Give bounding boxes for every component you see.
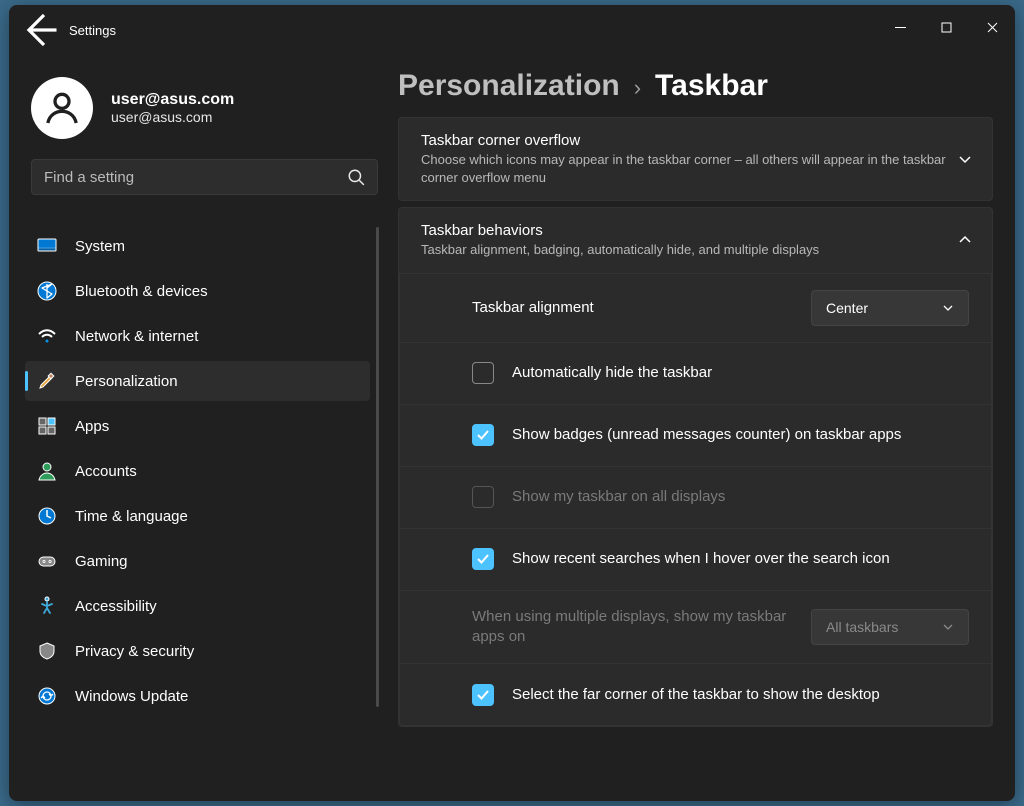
- multi-display-apps-dropdown: All taskbars: [811, 609, 969, 645]
- card-title: Taskbar behaviors: [421, 222, 958, 239]
- nav-item-bluetooth[interactable]: Bluetooth & devices: [25, 271, 370, 311]
- update-icon: [37, 686, 57, 706]
- avatar: [31, 77, 93, 139]
- taskbar-corner-overflow-card[interactable]: Taskbar corner overflow Choose which ico…: [398, 117, 993, 201]
- card-subtitle: Taskbar alignment, badging, automaticall…: [421, 241, 958, 259]
- dropdown-value: All taskbars: [826, 619, 898, 635]
- nav-label: Windows Update: [75, 688, 188, 705]
- search-input[interactable]: [44, 169, 347, 186]
- nav-label: Accounts: [75, 463, 137, 480]
- nav-item-system[interactable]: System: [25, 226, 370, 266]
- auto-hide-checkbox[interactable]: [472, 362, 494, 384]
- chevron-down-icon: [942, 621, 954, 633]
- sidebar: user@asus.com user@asus.com System Bluet…: [9, 55, 394, 801]
- nav-label: Apps: [75, 418, 109, 435]
- nav-item-privacy[interactable]: Privacy & security: [25, 631, 370, 671]
- setting-label: Show badges (unread messages counter) on…: [512, 425, 901, 445]
- chevron-up-icon: [958, 233, 972, 247]
- nav-label: Gaming: [75, 553, 128, 570]
- nav-item-apps[interactable]: Apps: [25, 406, 370, 446]
- titlebar: Settings: [9, 5, 1015, 55]
- nav-item-accessibility[interactable]: Accessibility: [25, 586, 370, 626]
- wifi-icon: [37, 326, 57, 346]
- card-title: Taskbar corner overflow: [421, 132, 958, 149]
- card-subtitle: Choose which icons may appear in the tas…: [421, 151, 958, 186]
- taskbar-behaviors-card[interactable]: Taskbar behaviors Taskbar alignment, bad…: [398, 207, 993, 727]
- nav-label: Privacy & security: [75, 643, 194, 660]
- far-corner-row: Select the far corner of the taskbar to …: [400, 663, 991, 725]
- far-corner-checkbox[interactable]: [472, 684, 494, 706]
- accessibility-icon: [37, 596, 57, 616]
- nav-label: Personalization: [75, 373, 178, 390]
- search-box[interactable]: [31, 159, 378, 195]
- paintbrush-icon: [37, 371, 57, 391]
- bluetooth-icon: [37, 281, 57, 301]
- gamepad-icon: [37, 551, 57, 571]
- nav-item-network[interactable]: Network & internet: [25, 316, 370, 356]
- nav-scrollbar[interactable]: [376, 227, 379, 707]
- user-name: user@asus.com: [111, 91, 234, 109]
- back-button[interactable]: [19, 10, 59, 50]
- multi-display-apps-row: When using multiple displays, show my ta…: [400, 590, 991, 664]
- setting-label: When using multiple displays, show my ta…: [472, 607, 811, 648]
- all-displays-checkbox: [472, 486, 494, 508]
- nav-label: Time & language: [75, 508, 188, 525]
- all-displays-row: Show my taskbar on all displays: [400, 466, 991, 528]
- nav-label: Network & internet: [75, 328, 198, 345]
- setting-label: Taskbar alignment: [472, 298, 811, 318]
- nav-item-personalization[interactable]: Personalization: [25, 361, 370, 401]
- settings-scroll-area[interactable]: Taskbar corner overflow Choose which ico…: [398, 117, 1003, 801]
- setting-label: Select the far corner of the taskbar to …: [512, 685, 880, 705]
- maximize-button[interactable]: [923, 11, 969, 43]
- badges-checkbox[interactable]: [472, 424, 494, 446]
- nav-label: System: [75, 238, 125, 255]
- chevron-down-icon: [958, 152, 972, 166]
- nav-list: System Bluetooth & devices Network & int…: [25, 221, 384, 801]
- breadcrumb-parent[interactable]: Personalization: [398, 69, 620, 103]
- auto-hide-row: Automatically hide the taskbar: [400, 342, 991, 404]
- close-button[interactable]: [969, 11, 1015, 43]
- badges-row: Show badges (unread messages counter) on…: [400, 404, 991, 466]
- breadcrumb: Personalization › Taskbar: [398, 69, 1003, 103]
- setting-label: Show my taskbar on all displays: [512, 487, 725, 507]
- nav-label: Accessibility: [75, 598, 157, 615]
- recent-searches-row: Show recent searches when I hover over t…: [400, 528, 991, 590]
- dropdown-value: Center: [826, 300, 868, 316]
- setting-label: Show recent searches when I hover over t…: [512, 549, 890, 569]
- shield-icon: [37, 641, 57, 661]
- window-controls: [877, 17, 1015, 43]
- app-title: Settings: [69, 23, 116, 38]
- nav-item-time-language[interactable]: Time & language: [25, 496, 370, 536]
- display-icon: [37, 236, 57, 256]
- chevron-right-icon: ›: [634, 75, 641, 101]
- nav-item-accounts[interactable]: Accounts: [25, 451, 370, 491]
- taskbar-alignment-row: Taskbar alignment Center: [400, 274, 991, 342]
- search-icon: [347, 168, 365, 186]
- main-content: Personalization › Taskbar Taskbar corner…: [394, 55, 1015, 801]
- recent-searches-checkbox[interactable]: [472, 548, 494, 570]
- chevron-down-icon: [942, 302, 954, 314]
- setting-label: Automatically hide the taskbar: [512, 363, 712, 383]
- taskbar-alignment-dropdown[interactable]: Center: [811, 290, 969, 326]
- clock-globe-icon: [37, 506, 57, 526]
- minimize-button[interactable]: [877, 11, 923, 43]
- nav-item-windows-update[interactable]: Windows Update: [25, 676, 370, 716]
- breadcrumb-current: Taskbar: [655, 69, 768, 103]
- apps-icon: [37, 416, 57, 436]
- person-icon: [37, 461, 57, 481]
- nav-item-gaming[interactable]: Gaming: [25, 541, 370, 581]
- user-account-row[interactable]: user@asus.com user@asus.com: [31, 77, 384, 139]
- nav-label: Bluetooth & devices: [75, 283, 208, 300]
- settings-window: Settings user@asus.com user@asus.com: [9, 5, 1015, 801]
- user-email: user@asus.com: [111, 109, 234, 125]
